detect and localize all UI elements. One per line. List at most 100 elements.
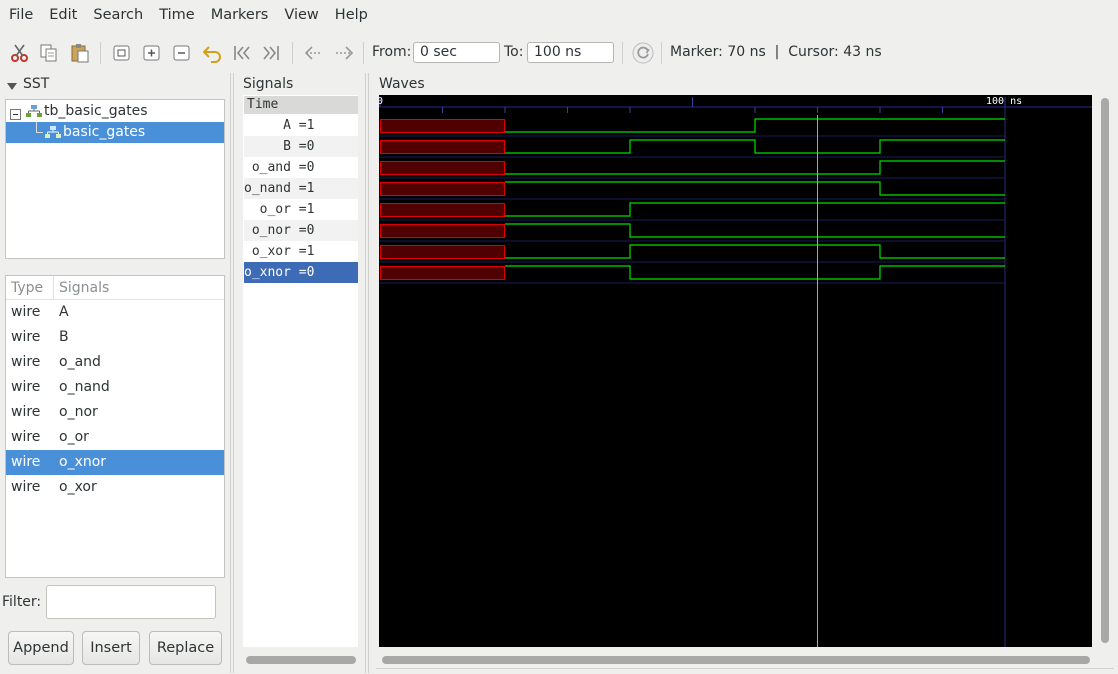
column-header-signals[interactable]: Signals bbox=[59, 276, 109, 300]
module-icon bbox=[44, 125, 62, 146]
signal-name: o_or bbox=[59, 429, 89, 445]
signals-title: Signals bbox=[243, 76, 294, 92]
append-button[interactable]: Append bbox=[8, 631, 74, 665]
tree-item-tb-basic-gates[interactable]: tb_basic_gates bbox=[6, 101, 224, 122]
paste-icon[interactable] bbox=[68, 41, 92, 65]
signal-value-row[interactable]: A =1 bbox=[244, 115, 358, 136]
menu-markers[interactable]: Markers bbox=[203, 0, 277, 30]
signal-value-row[interactable]: o_or =1 bbox=[244, 199, 358, 220]
tree-label: tb_basic_gates bbox=[44, 103, 148, 119]
tree-label: basic_gates bbox=[63, 124, 146, 140]
cut-icon[interactable] bbox=[8, 41, 32, 65]
signal-row-A[interactable]: wire A bbox=[6, 300, 224, 325]
toolbar: From: 0 sec To: 100 ns Marker: 70 ns | C… bbox=[0, 34, 1118, 70]
pane-divider bbox=[368, 73, 369, 673]
waveform-B bbox=[505, 139, 1005, 154]
signal-list-header: Type Signals bbox=[6, 276, 224, 300]
signal-value-row[interactable]: o_nor =0 bbox=[244, 220, 358, 241]
sst-expander-icon[interactable] bbox=[7, 79, 17, 95]
signal-row-o-nand[interactable]: wire o_nand bbox=[6, 375, 224, 400]
hierarchy-tree: tb_basic_gates basic_gates bbox=[5, 99, 225, 259]
copy-icon[interactable] bbox=[37, 41, 61, 65]
menu-bar: File Edit Search Time Markers View Help bbox=[0, 0, 1118, 30]
signal-name: o_and bbox=[59, 354, 101, 370]
next-edge-icon[interactable] bbox=[332, 41, 356, 65]
zoom-fit-icon[interactable] bbox=[110, 41, 134, 65]
waveform-o-nor bbox=[505, 223, 1005, 238]
tree-item-basic-gates[interactable]: basic_gates bbox=[6, 122, 224, 143]
menu-file[interactable]: File bbox=[1, 0, 41, 30]
undefined-region bbox=[380, 119, 505, 133]
waveform-o-xor bbox=[505, 244, 1005, 259]
waves-frame-bottom bbox=[376, 668, 1114, 669]
waves-vscrollbar[interactable] bbox=[1101, 98, 1109, 643]
menu-view[interactable]: View bbox=[276, 0, 326, 30]
waveform-o-xnor bbox=[505, 265, 1005, 280]
signal-type: wire bbox=[11, 454, 41, 470]
signals-hscrollbar[interactable] bbox=[246, 656, 356, 664]
zoom-end-icon[interactable] bbox=[259, 41, 283, 65]
signal-list: Type Signals wire Awire Bwire o_and wire o_na… bbox=[5, 275, 225, 578]
reload-icon[interactable] bbox=[631, 41, 655, 65]
signal-value-row[interactable]: B =0 bbox=[244, 136, 358, 157]
zoom-start-icon[interactable] bbox=[230, 41, 254, 65]
menu-time[interactable]: Time bbox=[151, 0, 203, 30]
waveform-o-nand bbox=[505, 181, 1005, 196]
signal-name: B bbox=[59, 329, 69, 345]
replace-button[interactable]: Replace bbox=[149, 631, 222, 665]
signal-type: wire bbox=[11, 404, 41, 420]
signal-name: o_nor bbox=[59, 404, 98, 420]
signal-value-row[interactable]: o_nand =1 bbox=[244, 178, 358, 199]
undefined-region bbox=[380, 140, 505, 154]
signals-pane: Time A =1 B =0 o_and =0 o_nand =1 o_or =1… bbox=[243, 95, 358, 647]
to-label: To: bbox=[504, 44, 524, 60]
insert-button[interactable]: Insert bbox=[82, 631, 140, 665]
menu-search[interactable]: Search bbox=[85, 0, 151, 30]
waveform-A bbox=[505, 118, 1005, 133]
signal-row-o-or[interactable]: wire o_or bbox=[6, 425, 224, 450]
undefined-region bbox=[380, 161, 505, 175]
signal-value-row[interactable]: o_xnor =0 bbox=[244, 262, 358, 283]
signal-type: wire bbox=[11, 479, 41, 495]
signal-name: o_xor bbox=[59, 479, 97, 495]
menu-edit[interactable]: Edit bbox=[41, 0, 85, 30]
to-field[interactable]: 100 ns bbox=[527, 42, 614, 63]
sst-title: SST bbox=[23, 76, 50, 92]
zoom-out-icon[interactable] bbox=[170, 41, 194, 65]
ruler-end-label: 100 ns bbox=[986, 96, 1022, 107]
filter-label: Filter: bbox=[2, 594, 42, 610]
waveform-o-and bbox=[505, 160, 1005, 175]
waves-hscrollbar[interactable] bbox=[382, 656, 1090, 664]
pane-divider bbox=[233, 73, 234, 673]
pane-divider[interactable] bbox=[230, 73, 231, 673]
signal-row-o-nor[interactable]: wire o_nor bbox=[6, 400, 224, 425]
undo-icon[interactable] bbox=[200, 41, 224, 65]
signal-type: wire bbox=[11, 379, 41, 395]
pane-divider[interactable] bbox=[365, 73, 366, 673]
signal-row-o-and[interactable]: wire o_and bbox=[6, 350, 224, 375]
time-header: Time bbox=[244, 96, 358, 114]
signal-row-o-xnor[interactable]: wire o_xnor bbox=[6, 450, 224, 475]
signal-value-row[interactable]: o_and =0 bbox=[244, 157, 358, 178]
undefined-region bbox=[380, 224, 505, 238]
ruler-start-label: 0 bbox=[379, 96, 383, 107]
prev-edge-icon[interactable] bbox=[302, 41, 326, 65]
signal-value-row[interactable]: o_xor =1 bbox=[244, 241, 358, 262]
signal-row-B[interactable]: wire B bbox=[6, 325, 224, 350]
signal-type: wire bbox=[11, 329, 41, 345]
signal-type: wire bbox=[11, 354, 41, 370]
waves-title: Waves bbox=[379, 76, 425, 92]
signal-name: o_xnor bbox=[59, 454, 107, 470]
marker-cursor-readout: Marker: 70 ns | Cursor: 43 ns bbox=[670, 44, 882, 60]
menu-help[interactable]: Help bbox=[327, 0, 376, 30]
from-label: From: bbox=[372, 44, 412, 60]
column-header-type[interactable]: Type bbox=[11, 276, 43, 300]
from-field[interactable]: 0 sec bbox=[413, 42, 500, 63]
waveform-o-or bbox=[505, 202, 1005, 217]
signal-name: o_nand bbox=[59, 379, 110, 395]
signal-row-o-xor[interactable]: wire o_xor bbox=[6, 475, 224, 500]
zoom-in-icon[interactable] bbox=[140, 41, 164, 65]
waves-pane[interactable]: 0 100 ns bbox=[379, 95, 1092, 647]
filter-input[interactable] bbox=[46, 585, 216, 619]
signal-name: A bbox=[59, 304, 69, 320]
